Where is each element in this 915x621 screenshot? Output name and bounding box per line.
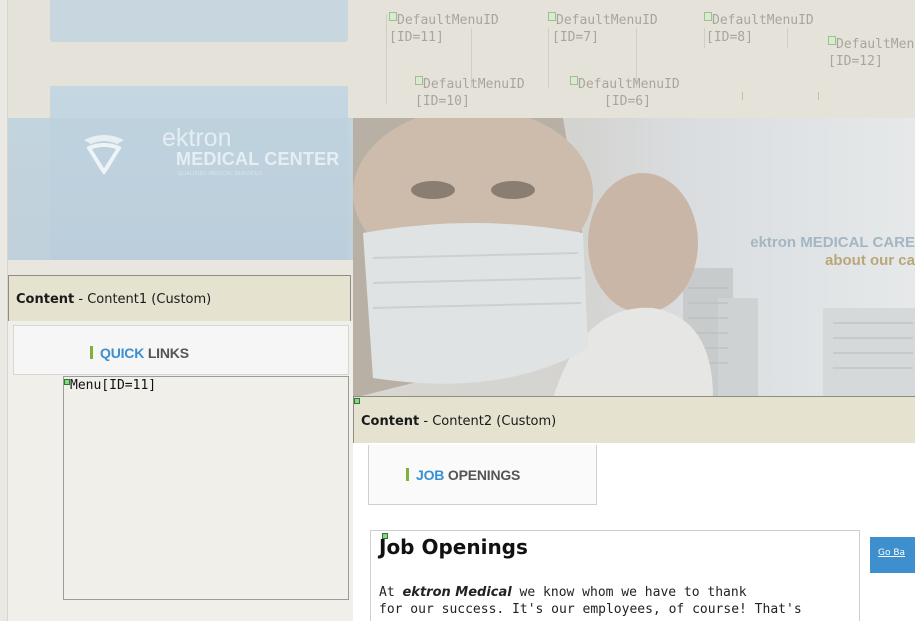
article-body: At ektron Medical we know whom we have t…: [379, 584, 859, 618]
placeholder-marker-icon: [389, 12, 397, 21]
placeholder-marker-icon: [704, 12, 712, 21]
logo-tagline: QUALIFIED MEDICAL SERVICES: [178, 171, 263, 177]
go-back-button[interactable]: Go Ba: [870, 537, 915, 573]
hero-image: ektron MEDICAL CARE about our ca: [353, 118, 915, 398]
menu-placeholder[interactable]: DefaultMenuID [ID=8]: [704, 12, 814, 46]
placeholder-marker-icon: [382, 533, 388, 539]
quick-links-title: QUICK LINKS: [90, 345, 189, 361]
accent-bar-icon: [90, 346, 93, 359]
job-openings-article: Job Openings At ektron Medical we know w…: [370, 530, 860, 621]
content2-header[interactable]: Content - Content2 (Custom): [353, 396, 915, 444]
content1-header[interactable]: Content - Content1 (Custom): [8, 275, 351, 322]
quick-links-menu-box[interactable]: Menu[ID=11]: [63, 376, 349, 600]
menu-placeholder[interactable]: DefaultMenuID [ID=12]: [828, 36, 915, 70]
menu-placeholder[interactable]: DefaultMenuID [ID=7]: [548, 12, 658, 46]
menu-guide-tick: [742, 92, 743, 100]
menu-placeholder[interactable]: DefaultMenuID [ID=10]: [415, 76, 525, 110]
top-banner-box: [50, 0, 348, 42]
job-openings-heading-box: JOB OPENINGS: [368, 445, 597, 505]
article-line-1: At ektron Medical we know whom we have t…: [379, 585, 747, 600]
article-heading-row: Job Openings: [379, 535, 528, 559]
placeholder-marker-icon: [828, 36, 836, 45]
placeholder-marker-icon: [570, 76, 578, 85]
accent-bar-icon: [406, 468, 409, 481]
placeholder-marker-icon: [64, 379, 70, 385]
ektron-logo-icon: [84, 135, 124, 174]
hero-caption-line-2: about our ca: [824, 252, 915, 269]
menu-placeholder[interactable]: DefaultMenuID [ID=6]: [570, 76, 680, 110]
article-line-2: for our success. It's our employees, of …: [379, 602, 802, 617]
left-edge-strip: [0, 0, 8, 621]
quick-links-heading-box: QUICK LINKS: [13, 325, 349, 375]
hero-caption-line-1: ektron MEDICAL CARE: [750, 234, 915, 251]
content2-marker-icon[interactable]: [354, 398, 360, 404]
job-openings-title: JOB OPENINGS: [406, 467, 520, 483]
logo-title: MEDICAL CENTER: [176, 149, 340, 169]
menu-guide-tick: [818, 92, 819, 100]
menu-guide-line: [386, 14, 387, 104]
menu-placeholder-11[interactable]: Menu[ID=11]: [64, 378, 156, 393]
article-title: Job Openings: [379, 535, 528, 559]
placeholder-marker-icon: [415, 76, 423, 85]
placeholder-marker-icon: [548, 12, 556, 21]
menu-placeholder[interactable]: DefaultMenuID [ID=11]: [389, 12, 499, 46]
